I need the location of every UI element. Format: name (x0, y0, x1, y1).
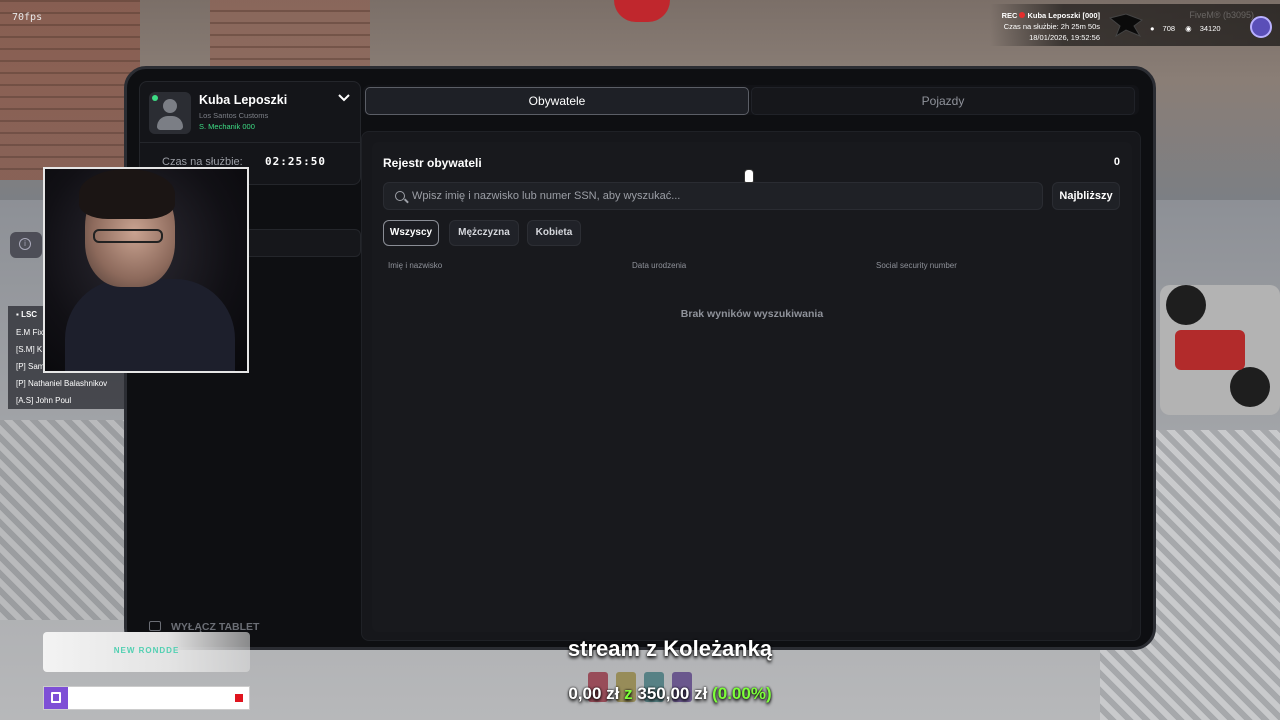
filter-male[interactable]: Mężczyzna (449, 220, 519, 246)
goal-target: 350,00 zł (637, 684, 708, 703)
filter-all[interactable]: Wszyscy (383, 220, 439, 246)
twitch-icon (44, 687, 68, 709)
goal-separator: z (624, 684, 633, 703)
list-item: [P] Nathaniel Balashnikov (16, 379, 108, 388)
search-input[interactable] (412, 186, 1032, 206)
brick-wall-left (0, 0, 140, 180)
live-indicator-icon (235, 694, 243, 702)
logout-icon (149, 621, 161, 631)
column-header-birthdate: Data urodzenia (632, 261, 687, 270)
tablet: Kuba Leposzki Los Santos Customs S. Mech… (124, 66, 1156, 650)
donation-goal-title: stream z Koleżanką (567, 636, 773, 661)
list-item: [A.S] John Poul (16, 396, 72, 405)
webcam-glasses (93, 229, 163, 243)
coin-icon: ◉ (1185, 24, 1192, 33)
tab-bar: Obywatele Pojazdy (363, 85, 1139, 115)
filter-female[interactable]: Kobieta (527, 220, 581, 246)
subscriber-alert-text: NEW RONDDE (113, 646, 180, 655)
donation-goal-amount: 0,00 zł z 350,00 zł (0.00%) (500, 684, 840, 704)
info-button[interactable]: i (10, 232, 42, 258)
empty-results-message: Brak wyników wyszukiwania (680, 308, 824, 320)
top-hud: REC Kuba Leposzki [000] Czas na służbie: … (990, 4, 1280, 46)
players-icon: ● (1150, 24, 1155, 33)
webcam-overlay (43, 167, 249, 373)
citizen-register-panel: Rejestr obywateli 0 Najbliższy Wszyscy M… (361, 131, 1141, 641)
fivem-watermark: FiveM® (b3095) (1189, 10, 1254, 20)
hud-duty: Czas na służbie: 2h 25m 50s (1003, 22, 1100, 31)
mouse-cursor-icon (744, 169, 754, 183)
tire (1166, 285, 1206, 325)
coins-count: 34120 (1199, 24, 1221, 33)
tire (1230, 367, 1270, 407)
tab-citizens[interactable]: Obywatele (365, 87, 749, 115)
column-header-name: Imię i nazwisko (388, 261, 443, 270)
lsc-title-text: LSC (21, 310, 38, 319)
avatar-head (163, 99, 177, 113)
duty-time: 02:25:50 (265, 155, 326, 168)
hud-avatar (1250, 16, 1272, 38)
column-header-ssn: Social security number (876, 261, 957, 270)
profile-rank: S. Mechanik 000 (199, 122, 255, 131)
avatar-body (157, 116, 183, 130)
goal-current: 0,00 zł (568, 684, 620, 703)
hud-datetime: 18/01/2026, 19:52:56 (1029, 33, 1100, 42)
fps-counter: 70fps (12, 12, 43, 23)
chevron-down-icon[interactable] (338, 94, 350, 102)
hud-stats: ● 708 ◉ 34120 (1150, 24, 1229, 33)
brick-wall-center (210, 0, 370, 70)
goal-percent: (0.00%) (712, 684, 772, 703)
tab-vehicles[interactable]: Pojazdy (751, 87, 1135, 115)
webcam-hair (79, 169, 175, 219)
rec-label: REC (1001, 11, 1018, 20)
search-icon (395, 191, 405, 201)
register-content: Rejestr obywateli 0 Najbliższy Wszyscy M… (372, 142, 1132, 632)
subscriber-alert: NEW RONDDE (43, 632, 250, 672)
nearest-button[interactable]: Najbliższy (1052, 182, 1120, 210)
online-status-icon (152, 95, 158, 101)
result-count: 0 (1113, 156, 1120, 168)
webcam-shirt (65, 279, 235, 371)
hud-player: Kuba Leposzki [000] (1027, 11, 1100, 20)
twitch-bar (43, 686, 250, 710)
register-title: Rejestr obywateli (383, 156, 482, 170)
profile-org: Los Santos Customs (199, 111, 269, 120)
floor-plate-left (0, 420, 130, 620)
server-logo-icon (1108, 13, 1144, 38)
profile-name: Kuba Leposzki (199, 93, 288, 107)
info-icon: i (19, 238, 31, 250)
rec-dot-icon (1019, 12, 1026, 18)
hud-info: REC Kuba Leposzki [000] Czas na służbie: … (990, 10, 1100, 43)
kart-red-frame (1175, 330, 1245, 370)
players-count: 708 (1162, 24, 1176, 33)
search-bar (383, 182, 1043, 210)
